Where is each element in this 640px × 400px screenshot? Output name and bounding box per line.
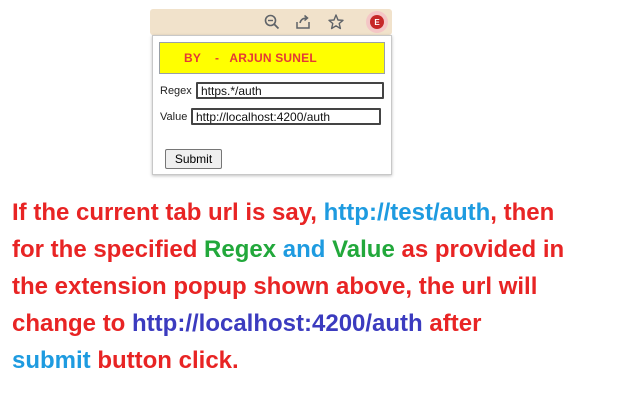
submit-button[interactable]: Submit — [165, 149, 222, 169]
regex-word: Regex — [204, 236, 277, 263]
caption-line-4: change to http://localhost:4200/auth aft… — [12, 310, 482, 337]
star-icon[interactable] — [327, 13, 345, 31]
regex-input[interactable]: https.*/auth — [196, 82, 384, 99]
target-url: http://localhost:4200/auth — [132, 310, 423, 337]
caption-line-3: the extension popup shown above, the url… — [12, 273, 538, 300]
value-input[interactable]: http://localhost:4200/auth — [191, 108, 381, 125]
browser-toolbar — [150, 9, 392, 35]
author-banner: BY - ARJUN SUNEL — [159, 42, 385, 74]
extension-icon[interactable]: E — [366, 11, 388, 33]
value-label: Value — [160, 111, 188, 123]
value-word: Value — [332, 236, 395, 263]
example-url: http://test/auth — [323, 199, 491, 226]
extension-badge: E — [370, 15, 384, 29]
caption-line-1: If the current tab url is say, http://te… — [12, 199, 555, 226]
explanation-text: If the current tab url is say, http://te… — [12, 194, 636, 379]
caption-line-5: submit button click. — [12, 347, 239, 374]
caption-line-2: for the specified Regex and Value as pro… — [12, 236, 565, 263]
regex-label: Regex — [160, 85, 192, 97]
submit-word: submit — [12, 347, 91, 374]
extension-popup: BY - ARJUN SUNEL Regex https.*/auth Valu… — [152, 35, 392, 175]
share-icon[interactable] — [294, 13, 312, 31]
zoom-icon[interactable] — [263, 13, 281, 31]
banner-text: BY - ARJUN SUNEL — [184, 51, 317, 65]
